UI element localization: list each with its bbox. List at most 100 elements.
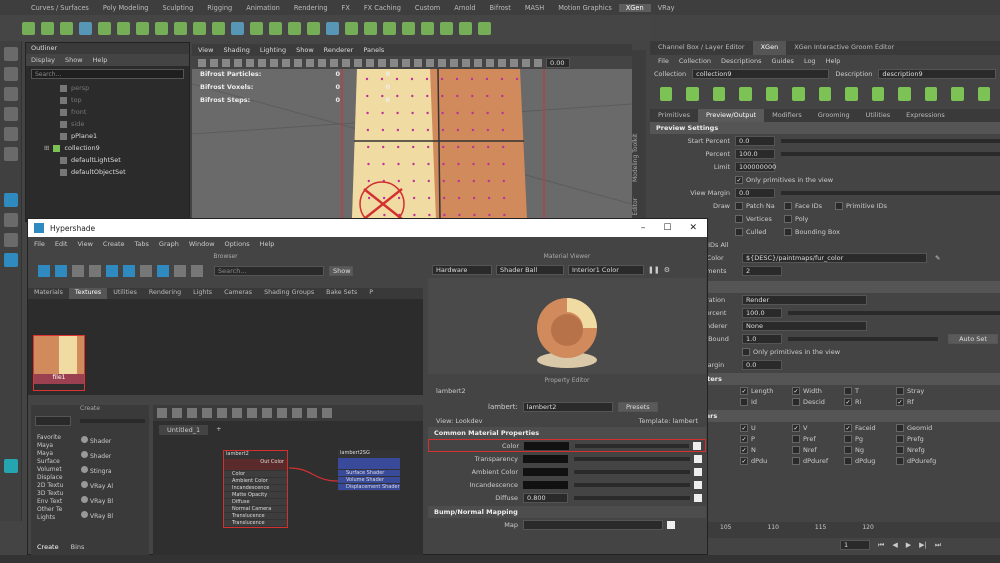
create-list-item[interactable]: Shader (81, 434, 149, 449)
create-zoom-slider[interactable] (80, 419, 145, 423)
xgen-paint-icon[interactable] (402, 21, 415, 35)
loader-param-checkbox[interactable] (896, 435, 904, 443)
shelf-tab[interactable]: Custom (408, 4, 447, 12)
xgen-menu-help[interactable]: Help (826, 57, 841, 65)
create-tree-item[interactable]: Env Text (37, 498, 81, 506)
diffuse-field[interactable]: 0.800 (523, 492, 568, 503)
loader-param-checkbox[interactable] (792, 446, 800, 454)
add-graph-tab-button[interactable]: + (216, 425, 221, 435)
hs-menu-edit[interactable]: Edit (55, 240, 68, 248)
outliner-menu-display[interactable]: Display (31, 56, 55, 64)
move-guide-icon[interactable] (739, 87, 752, 101)
side-tab-modeling-toolkit[interactable]: Modeling Toolkit (632, 134, 639, 182)
full-mode-icon[interactable] (247, 408, 257, 418)
node-attr[interactable]: Color (224, 471, 287, 478)
isolate-icon[interactable] (402, 58, 410, 67)
outliner-item-front[interactable]: front (26, 106, 189, 118)
loader-param-checkbox[interactable]: ✓ (740, 435, 748, 443)
mv-renderer-select[interactable]: Hardware (432, 265, 492, 275)
color-swatch[interactable] (524, 441, 569, 450)
shelf-tab[interactable]: VRay (651, 4, 682, 12)
view-margin-slider[interactable] (781, 190, 1000, 195)
xgen-mask-icon[interactable] (421, 21, 434, 35)
xgen-cache-icon[interactable] (250, 21, 263, 35)
ao-icon[interactable] (378, 58, 386, 67)
xgen-toolkit-icon[interactable] (440, 21, 453, 35)
wireframe-icon[interactable] (318, 58, 326, 67)
xgen-guide-icon[interactable] (60, 21, 73, 35)
xgen-sync-icon[interactable] (79, 21, 92, 35)
hud-icon[interactable] (522, 58, 530, 67)
xgen-menu-log[interactable]: Log (804, 57, 816, 65)
renderer-select[interactable]: None (742, 320, 867, 331)
outliner-menu-show[interactable]: Show (65, 56, 83, 64)
map-button-icon[interactable] (694, 480, 702, 489)
layout-icon[interactable] (3, 213, 18, 227)
guide-mirror-icon[interactable] (924, 87, 938, 101)
maximize-icon[interactable]: ☐ (663, 223, 671, 233)
graph-tab-untitled[interactable]: Untitled_1 (159, 425, 209, 435)
prop-slider[interactable] (575, 443, 689, 448)
prop-slider[interactable] (574, 482, 690, 487)
close-icon[interactable]: ✕ (689, 223, 697, 233)
shelf-tab[interactable]: FX Caching (357, 4, 408, 12)
aa-icon[interactable] (390, 58, 398, 67)
connected-mode-icon[interactable] (232, 408, 242, 418)
draw-checkbox[interactable] (784, 214, 792, 223)
materials-icon[interactable] (55, 265, 67, 277)
gate-mask-icon[interactable] (282, 58, 290, 67)
xgen-preview-icon[interactable] (231, 21, 244, 35)
simple-mode-icon[interactable] (217, 408, 227, 418)
xray-icon[interactable] (414, 58, 422, 67)
percent-slider[interactable] (781, 151, 1000, 156)
film-gate-icon[interactable] (258, 58, 266, 67)
pe-type-field[interactable]: lambert2 (522, 402, 613, 412)
shelf-tab[interactable]: Curves / Surfaces (24, 4, 96, 12)
guide-shape-icon[interactable] (898, 87, 911, 101)
only-prims2-checkbox[interactable] (742, 347, 750, 356)
outliner-item-pplane1[interactable]: pPlane1 (26, 130, 189, 142)
prop-slider[interactable] (574, 495, 690, 500)
loader-param-checkbox[interactable] (896, 457, 904, 465)
step-forward-icon[interactable]: ▶| (919, 541, 927, 549)
shadows-icon[interactable] (366, 58, 374, 67)
tab-channel-box[interactable]: Channel Box / Layer Editor (650, 41, 753, 55)
view-margin-field[interactable]: 0.0 (735, 187, 775, 198)
zoom-icon[interactable] (106, 265, 118, 277)
swatch-icon[interactable] (72, 265, 84, 277)
grid-toggle-icon[interactable] (277, 408, 287, 418)
show-button[interactable]: Show (329, 266, 353, 276)
create-list-item[interactable]: VRay Bl (81, 509, 149, 524)
create-tree-item[interactable]: Maya (37, 450, 81, 458)
tab-cameras[interactable]: Cameras (218, 288, 258, 299)
map-button-icon[interactable] (694, 454, 702, 463)
map-button-icon[interactable] (693, 441, 701, 450)
shader-param-checkbox[interactable]: ✓ (896, 398, 904, 406)
xgen-brush-icon[interactable] (117, 21, 130, 35)
outliner-item-top[interactable]: top (26, 94, 189, 106)
hs-menu-view[interactable]: View (77, 240, 92, 248)
transparency-swatch[interactable] (523, 454, 568, 463)
snap-icon[interactable] (292, 408, 302, 418)
margin-field[interactable]: 0.0 (742, 359, 782, 370)
shader-param-checkbox[interactable]: ✓ (792, 387, 800, 395)
node-attr[interactable]: Normal Camera (224, 506, 287, 513)
loader-param-checkbox[interactable] (792, 435, 800, 443)
textured-icon[interactable] (342, 58, 350, 67)
shelf-tab[interactable]: Animation (239, 4, 287, 12)
xgen-spline-icon[interactable] (364, 21, 377, 35)
color-expression-field[interactable]: ${DESC}/paintmaps/fur_color (742, 252, 927, 263)
node-attr[interactable]: Volume Shader (338, 477, 400, 484)
start-percent-field[interactable]: 0.0 (735, 135, 775, 146)
viewport-menu-lighting[interactable]: Lighting (260, 46, 286, 54)
node-lambert2[interactable]: lambert2 Out Color Color Ambient Color I… (223, 450, 288, 528)
xgen-modifier-icon[interactable] (345, 21, 358, 35)
tab-lights[interactable]: Lights (187, 288, 218, 299)
create-tree-item[interactable]: 2D Textu (37, 482, 81, 490)
prop-slider[interactable] (574, 469, 690, 474)
create-tree-item[interactable]: Displace (37, 474, 81, 482)
shader-param-checkbox[interactable] (844, 387, 852, 395)
ambient-swatch[interactable] (523, 467, 568, 476)
create-list-item[interactable]: VRay Bl (81, 494, 149, 509)
render-percent-field[interactable]: 100.0 (742, 307, 782, 318)
